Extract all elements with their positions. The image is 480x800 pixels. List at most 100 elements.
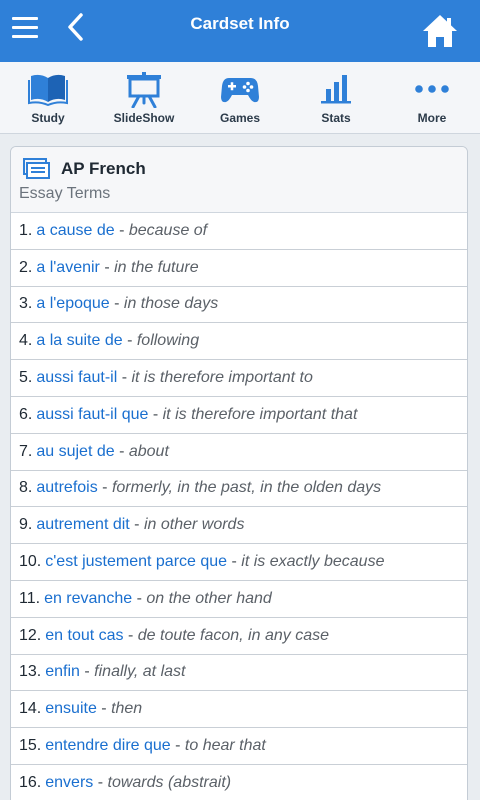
- term-separator: -: [114, 442, 129, 460]
- term-separator: -: [79, 663, 95, 681]
- term-number: 11.: [19, 589, 41, 607]
- list-item[interactable]: 8. autrefois - formerly, in the past, in …: [11, 471, 467, 508]
- term-definition: to hear that: [184, 737, 266, 755]
- term-word-link[interactable]: entendre dire que: [45, 737, 170, 755]
- term-number: 2.: [19, 258, 33, 276]
- term-word-link[interactable]: a l'epoque: [36, 295, 109, 313]
- list-item[interactable]: 1. a cause de - because of: [11, 213, 467, 250]
- term-separator: -: [170, 737, 185, 755]
- home-icon[interactable]: [420, 12, 460, 50]
- term-separator: -: [93, 773, 108, 791]
- term-word-link[interactable]: a la suite de: [36, 332, 122, 350]
- term-separator: -: [99, 258, 115, 276]
- cardset-title: AP French: [61, 159, 146, 178]
- term-definition: de toute facon, in any case: [137, 626, 329, 644]
- term-number: 6.: [19, 405, 33, 423]
- term-definition: towards (abstrait): [107, 773, 232, 791]
- term-separator: -: [114, 221, 129, 239]
- study-label: Study: [31, 111, 65, 125]
- term-definition: on the other hand: [146, 589, 272, 607]
- slideshow-label: SlideShow: [113, 111, 175, 125]
- term-number: 10.: [19, 553, 42, 571]
- term-separator: -: [129, 516, 144, 534]
- cards-icon: [23, 158, 50, 179]
- term-word-link[interactable]: aussi faut-il que: [36, 406, 148, 424]
- app-bar: Cardset Info: [0, 0, 480, 62]
- term-number: 14.: [19, 700, 42, 718]
- term-separator: -: [148, 405, 163, 423]
- term-number: 15.: [19, 737, 42, 755]
- list-item[interactable]: 4. a la suite de - following: [11, 323, 467, 361]
- term-definition: because of: [128, 221, 208, 239]
- hamburger-menu-icon[interactable]: [10, 13, 42, 43]
- bar-chart-icon: [321, 75, 351, 104]
- term-word-link[interactable]: envers: [45, 774, 93, 792]
- term-separator: -: [109, 295, 124, 313]
- stats-label: Stats: [321, 111, 351, 125]
- term-definition: about: [128, 442, 169, 460]
- gamepad-icon: [221, 78, 259, 103]
- term-word-link[interactable]: en tout cas: [45, 627, 123, 645]
- term-number: 9.: [19, 516, 33, 534]
- term-word-link[interactable]: a l'avenir: [36, 259, 100, 277]
- term-number: 5.: [19, 369, 33, 387]
- term-separator: -: [96, 700, 112, 718]
- cardset-header: AP French Essay Terms: [11, 147, 467, 213]
- term-list: 1. a cause de - because of 2. a l'avenir - …: [11, 213, 467, 800]
- term-separator: -: [122, 332, 137, 350]
- term-word-link[interactable]: autrement dit: [36, 516, 129, 534]
- term-definition: it is therefore important to: [131, 369, 313, 387]
- term-number: 7.: [19, 442, 33, 460]
- list-item[interactable]: 16. envers - towards (abstrait): [11, 765, 467, 800]
- term-definition: in other words: [143, 516, 245, 534]
- games-label: Games: [219, 111, 261, 125]
- list-item[interactable]: 15. entendre dire que - to hear that: [11, 728, 467, 765]
- term-number: 16.: [19, 773, 42, 791]
- term-definition: it is exactly because: [241, 553, 385, 571]
- list-item[interactable]: 13. enfin - finally, at last: [11, 655, 467, 692]
- cardset-panel: AP French Essay Terms 1. a cause de - bec…: [10, 146, 468, 800]
- term-word-link[interactable]: enfin: [45, 663, 80, 681]
- list-item[interactable]: 10. c'est justement parce que - it is exa…: [11, 544, 467, 581]
- study-button[interactable]: Study: [0, 62, 96, 133]
- term-word-link[interactable]: en revanche: [44, 590, 132, 608]
- cardset-subtitle: Essay Terms: [19, 185, 111, 202]
- list-item[interactable]: 11. en revanche - on the other hand: [11, 581, 467, 618]
- list-item[interactable]: 6. aussi faut-il que - it is therefore im…: [11, 397, 467, 434]
- more-button[interactable]: More: [384, 62, 480, 133]
- list-item[interactable]: 3. a l'epoque - in those days: [11, 287, 467, 324]
- term-word-link[interactable]: a cause de: [36, 222, 114, 240]
- list-item[interactable]: 7. au sujet de - about: [11, 434, 467, 471]
- term-definition: following: [136, 332, 200, 350]
- games-button[interactable]: Games: [192, 62, 288, 133]
- term-definition: it is therefore important that: [162, 405, 358, 423]
- list-item[interactable]: 5. aussi faut-il - it is therefore import…: [11, 360, 467, 397]
- chevron-left-icon[interactable]: [62, 10, 92, 44]
- term-separator: -: [132, 589, 147, 607]
- stats-button[interactable]: Stats: [288, 62, 384, 133]
- slideshow-button[interactable]: SlideShow: [96, 62, 192, 133]
- term-separator: -: [227, 553, 242, 571]
- term-word-link[interactable]: c'est justement parce que: [45, 553, 227, 571]
- term-definition: then: [111, 700, 143, 718]
- term-definition: in the future: [114, 258, 199, 276]
- term-word-link[interactable]: au sujet de: [36, 443, 114, 461]
- term-number: 13.: [19, 663, 42, 681]
- term-number: 1.: [19, 221, 33, 239]
- term-word-link[interactable]: ensuite: [45, 700, 97, 718]
- toolbar: Study SlideShow Games Stats More: [0, 62, 480, 134]
- more-dots-icon: [415, 85, 449, 93]
- term-word-link[interactable]: aussi faut-il: [36, 369, 117, 387]
- term-separator: -: [97, 479, 112, 497]
- term-number: 3.: [19, 295, 33, 313]
- book-icon: [28, 74, 68, 106]
- list-item[interactable]: 2. a l'avenir - in the future: [11, 250, 467, 287]
- page-title: Cardset Info: [190, 14, 290, 33]
- list-item[interactable]: 9. autrement dit - in other words: [11, 507, 467, 545]
- list-item[interactable]: 14. ensuite - then: [11, 691, 467, 729]
- term-word-link[interactable]: autrefois: [36, 479, 97, 497]
- term-definition: formerly, in the past, in the olden days: [111, 479, 382, 497]
- term-number: 8.: [19, 479, 33, 497]
- term-separator: -: [117, 369, 132, 387]
- list-item[interactable]: 12. en tout cas - de toute facon, in any …: [11, 618, 467, 655]
